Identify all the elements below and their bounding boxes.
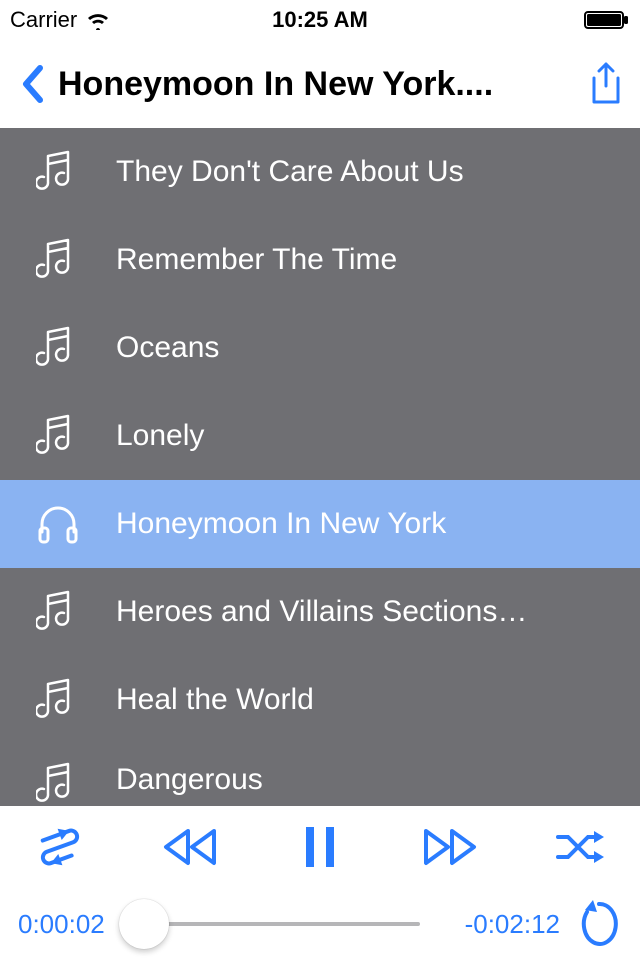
nav-bar: Honeymoon In New York....: [0, 40, 640, 128]
repeat-icon: [34, 821, 86, 873]
music-note-icon: [36, 678, 92, 722]
status-bar: Carrier 10:25 AM: [0, 0, 640, 40]
page-title: Honeymoon In New York....: [58, 65, 578, 104]
track-row[interactable]: Oceans: [0, 304, 640, 392]
track-row[interactable]: Remember The Time: [0, 216, 640, 304]
track-label: Oceans: [116, 331, 604, 365]
music-note-icon: [36, 326, 92, 370]
chevron-left-icon: [20, 64, 44, 104]
track-row[interactable]: Dangerous: [0, 744, 640, 806]
track-label: Heal the World: [116, 683, 604, 717]
track-label: Lonely: [116, 419, 604, 453]
track-list[interactable]: They Don't Care About Us Remember The Ti…: [0, 128, 640, 806]
player-controls: [0, 806, 640, 888]
track-label: Heroes and Villains Sections…: [116, 595, 604, 629]
track-label: They Don't Care About Us: [116, 155, 604, 189]
wifi-icon: [85, 10, 111, 30]
pause-icon: [302, 825, 338, 869]
remaining-time: -0:02:12: [430, 909, 560, 940]
rewind-icon: [160, 827, 220, 867]
slider-track: [138, 922, 420, 926]
progress-row: 0:00:02 -0:02:12: [0, 888, 640, 960]
music-note-icon: [36, 762, 92, 806]
track-row[interactable]: Heroes and Villains Sections…: [0, 568, 640, 656]
share-icon: [588, 62, 624, 106]
track-label: Dangerous: [116, 754, 604, 806]
track-row[interactable]: Honeymoon In New York: [0, 480, 640, 568]
music-note-icon: [36, 238, 92, 282]
status-left: Carrier: [10, 7, 111, 33]
music-note-icon: [36, 414, 92, 458]
track-row[interactable]: Heal the World: [0, 656, 640, 744]
track-label: Remember The Time: [116, 243, 604, 277]
headphones-icon: [36, 502, 92, 546]
previous-button[interactable]: [154, 817, 226, 877]
elapsed-time: 0:00:02: [18, 909, 128, 940]
track-row[interactable]: Lonely: [0, 392, 640, 480]
back-button[interactable]: [12, 54, 52, 114]
slider-thumb[interactable]: [119, 899, 169, 949]
shuffle-icon: [554, 827, 606, 867]
music-note-icon: [36, 590, 92, 634]
track-label: Honeymoon In New York: [116, 507, 604, 541]
track-row[interactable]: They Don't Care About Us: [0, 128, 640, 216]
pause-button[interactable]: [284, 817, 356, 877]
repeat-one-button[interactable]: [576, 894, 622, 954]
carrier-label: Carrier: [10, 7, 77, 33]
battery-icon: [584, 10, 630, 30]
forward-icon: [420, 827, 480, 867]
repeat-button[interactable]: [24, 817, 96, 877]
status-right: [584, 10, 630, 30]
music-note-icon: [36, 150, 92, 194]
share-button[interactable]: [584, 54, 628, 114]
next-button[interactable]: [414, 817, 486, 877]
progress-slider[interactable]: [138, 904, 420, 944]
shuffle-button[interactable]: [544, 817, 616, 877]
repeat-one-icon: [579, 898, 619, 950]
status-time: 10:25 AM: [272, 7, 368, 33]
